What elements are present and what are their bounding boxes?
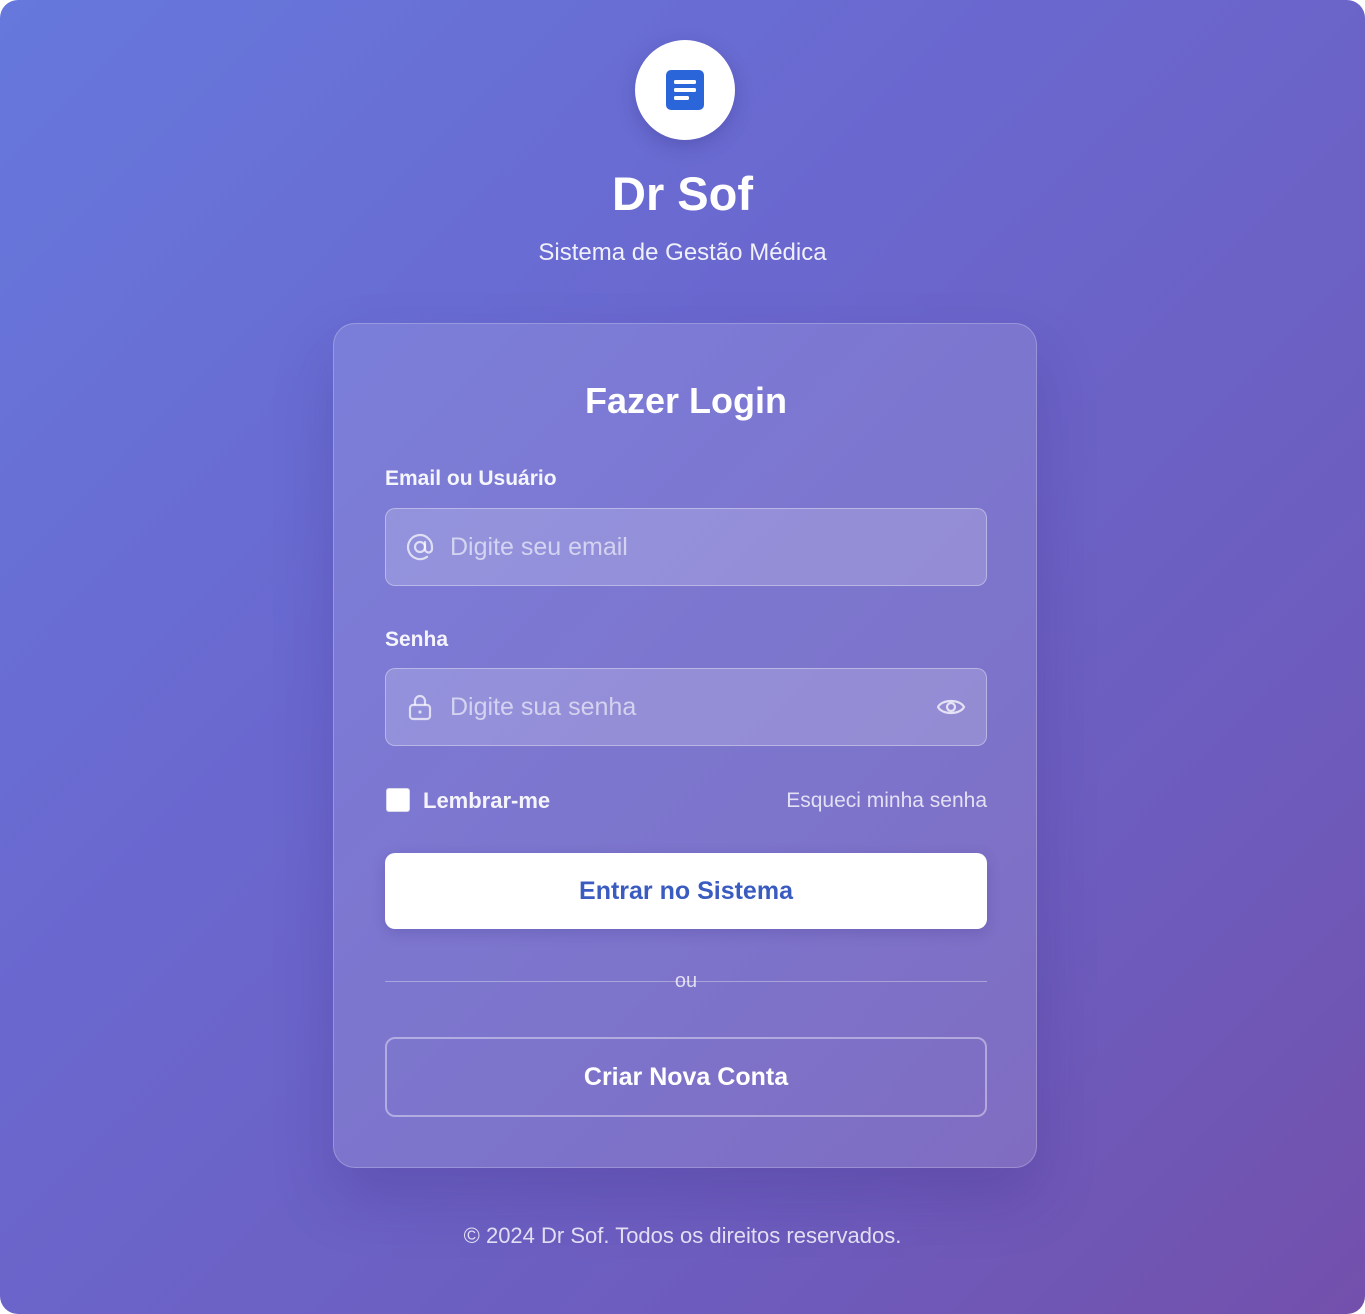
login-button[interactable]: Entrar no Sistema <box>385 853 987 929</box>
login-card: Fazer Login Email ou Usuário Senha <box>333 323 1037 1168</box>
login-page: Dr Sof Sistema de Gestão Médica Fazer Lo… <box>0 0 1365 1314</box>
divider-text: ou <box>674 970 698 992</box>
email-field-container <box>385 508 987 586</box>
password-field-container <box>385 668 987 746</box>
remember-row: Lembrar-me Esqueci minha senha <box>385 788 987 814</box>
remember-label[interactable]: Lembrar-me <box>423 788 550 814</box>
forgot-password-link[interactable]: Esqueci minha senha <box>786 788 987 814</box>
lock-icon <box>408 694 432 721</box>
password-label: Senha <box>385 628 449 651</box>
email-label: Email ou Usuário <box>385 467 557 490</box>
remember-checkbox[interactable] <box>386 788 410 812</box>
app-subtitle: Sistema de Gestão Médica <box>538 239 827 266</box>
app-title: Dr Sof <box>612 167 753 220</box>
divider: ou <box>385 970 987 993</box>
login-title: Fazer Login <box>584 380 787 421</box>
document-icon <box>666 70 704 110</box>
eye-icon[interactable] <box>936 693 966 721</box>
footer-copyright: © 2024 Dr Sof. Todos os direitos reserva… <box>463 1223 902 1248</box>
app-logo <box>635 40 735 140</box>
email-input[interactable] <box>450 509 920 585</box>
password-input[interactable] <box>450 669 920 745</box>
create-account-button[interactable]: Criar Nova Conta <box>385 1037 987 1117</box>
at-sign-icon <box>406 533 434 561</box>
